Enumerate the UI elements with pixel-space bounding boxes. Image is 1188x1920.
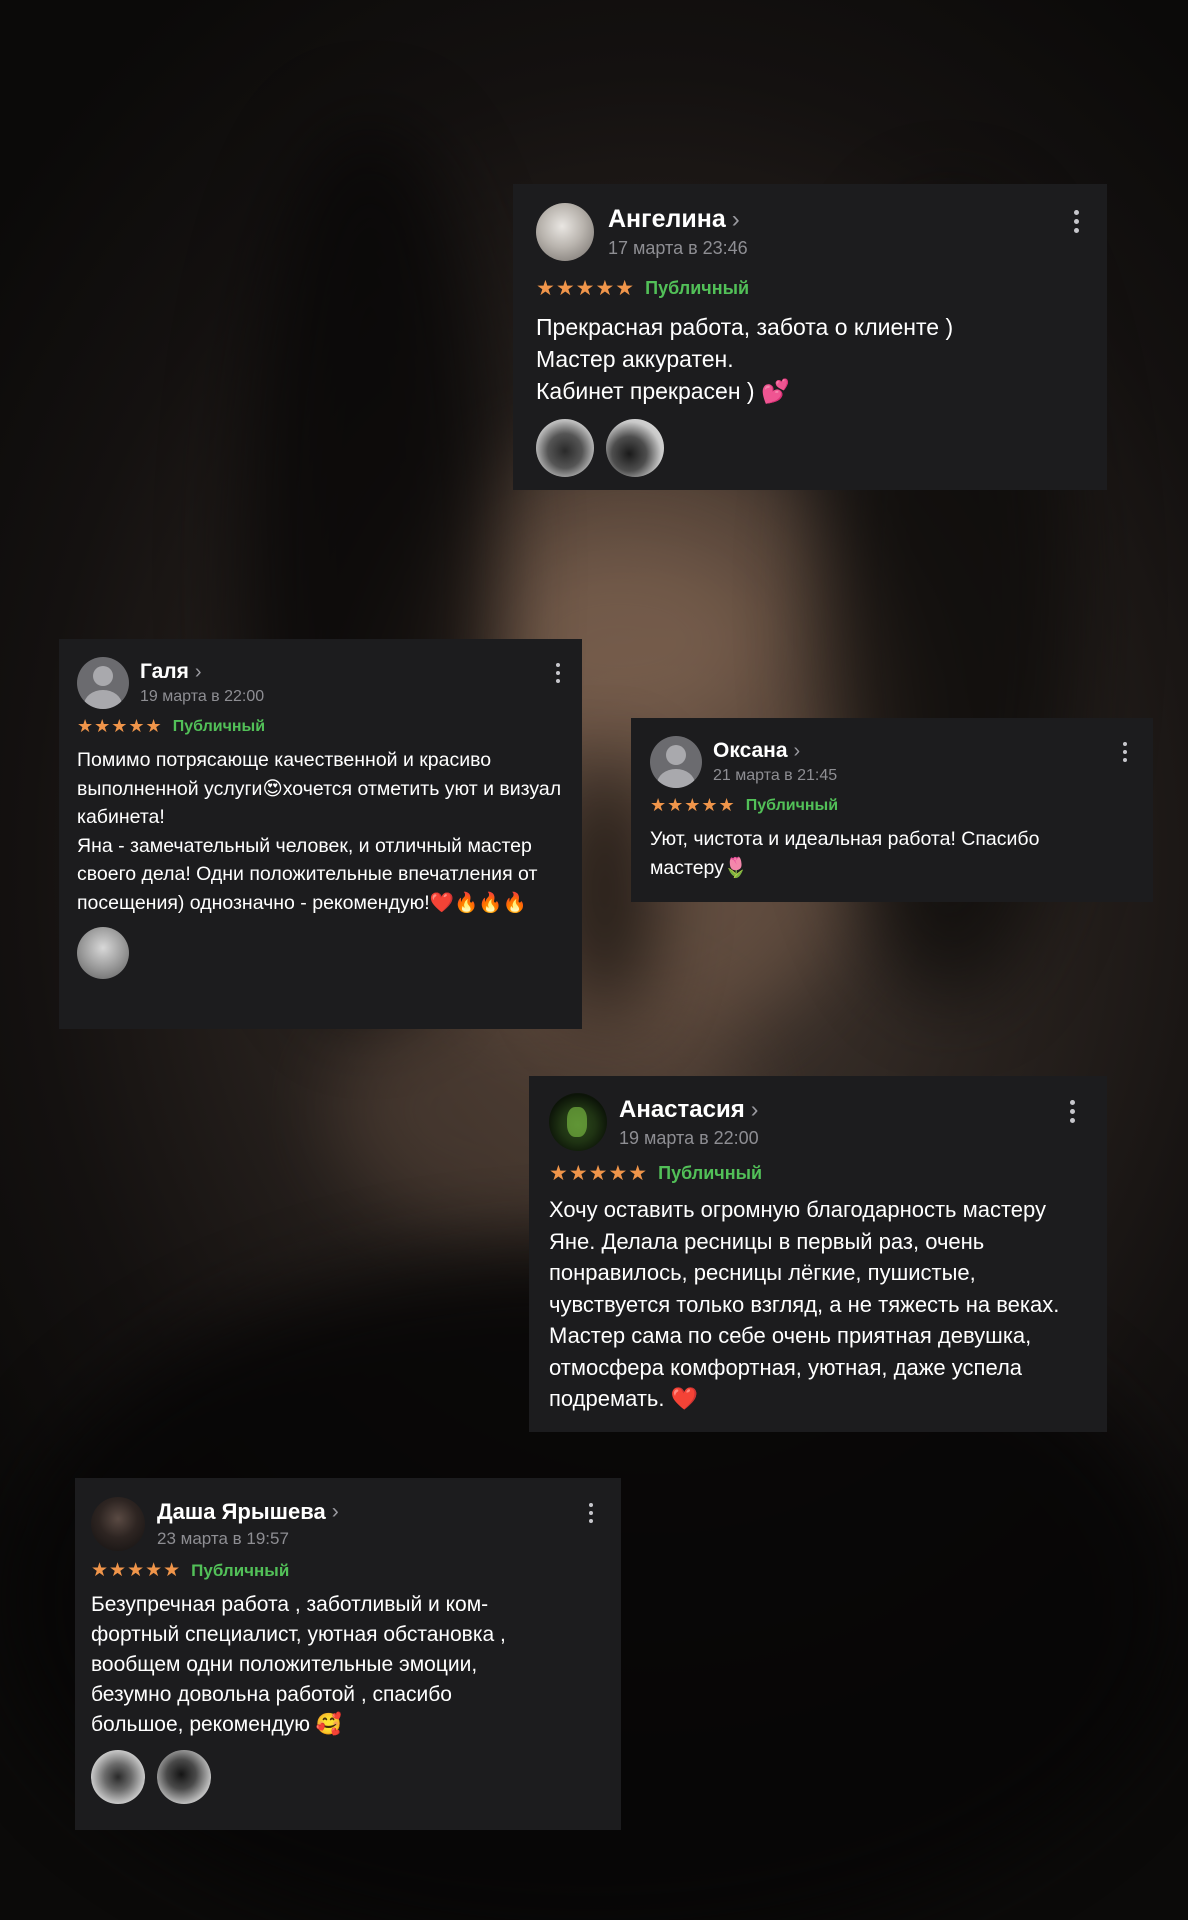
reviewer-name[interactable]: Оксана [713,739,788,763]
review-card: Даша Ярышева › 23 марта в 19:57 ★★★★★ Пу… [75,1478,621,1830]
more-vertical-icon[interactable] [1123,742,1127,762]
star-rating: ★★★★★ [91,1560,182,1581]
public-badge: Публичный [172,717,266,735]
more-vertical-icon[interactable] [556,663,560,683]
review-photo[interactable] [606,419,664,477]
review-text: Помимо потрясающе качественной и красиво… [77,749,562,914]
star-rating: ★★★★★ [549,1162,649,1185]
review-photo[interactable] [536,419,594,477]
star-rating: ★★★★★ [536,277,636,300]
review-card: Анастасия › 19 марта в 22:00 ★★★★★ Публи… [529,1076,1107,1432]
chevron-right-icon[interactable]: › [751,1096,759,1123]
chevron-right-icon[interactable]: › [794,740,801,763]
review-card: Галя › 19 марта в 22:00 ★★★★★ Публичный … [59,639,582,1029]
public-badge: Публичный [658,1163,763,1183]
public-badge: Публичный [191,1560,290,1580]
public-badge: Публичный [645,278,750,298]
chevron-right-icon[interactable]: › [195,661,202,684]
review-photo[interactable] [91,1750,145,1804]
review-photo[interactable] [157,1750,211,1804]
review-date: 19 марта в 22:00 [140,688,265,705]
review-text: Уют, чистота и идеальная работа! Спасибо… [650,828,1040,879]
review-text: Безупречная работа , заботливый и ком- ф… [91,1593,506,1736]
reviewer-name[interactable]: Ангелина [608,205,726,234]
public-badge: Публичный [745,796,839,814]
more-vertical-icon[interactable] [589,1503,593,1523]
reviewer-name[interactable]: Галя [140,660,189,684]
reviewer-name[interactable]: Анастасия [619,1096,745,1124]
user-avatar[interactable] [536,203,594,261]
review-photo[interactable] [77,927,129,979]
user-avatar[interactable] [91,1497,145,1551]
review-date: 23 марта в 19:57 [157,1529,289,1548]
review-text: Хочу оставить огромную благодарность мас… [549,1197,1060,1411]
star-rating: ★★★★★ [650,795,736,815]
review-date: 21 марта в 21:45 [713,767,838,784]
user-avatar[interactable] [549,1093,607,1151]
user-avatar[interactable] [77,657,129,709]
review-date: 19 марта в 22:00 [619,1127,759,1148]
chevron-right-icon[interactable]: › [332,1500,339,1524]
star-rating: ★★★★★ [77,716,163,736]
more-vertical-icon[interactable] [1070,1100,1075,1123]
review-text: Прекрасная работа, забота о клиенте ) Ма… [536,314,954,404]
reviewer-name[interactable]: Даша Ярышева [157,1499,326,1525]
user-avatar[interactable] [650,736,702,788]
more-vertical-icon[interactable] [1074,210,1079,233]
review-card: Ангелина › 17 марта в 23:46 ★★★★★ Публич… [513,184,1107,490]
review-card: Оксана › 21 марта в 21:45 ★★★★★ Публичны… [631,718,1153,902]
chevron-right-icon[interactable]: › [732,206,740,234]
review-date: 17 марта в 23:46 [608,238,748,258]
